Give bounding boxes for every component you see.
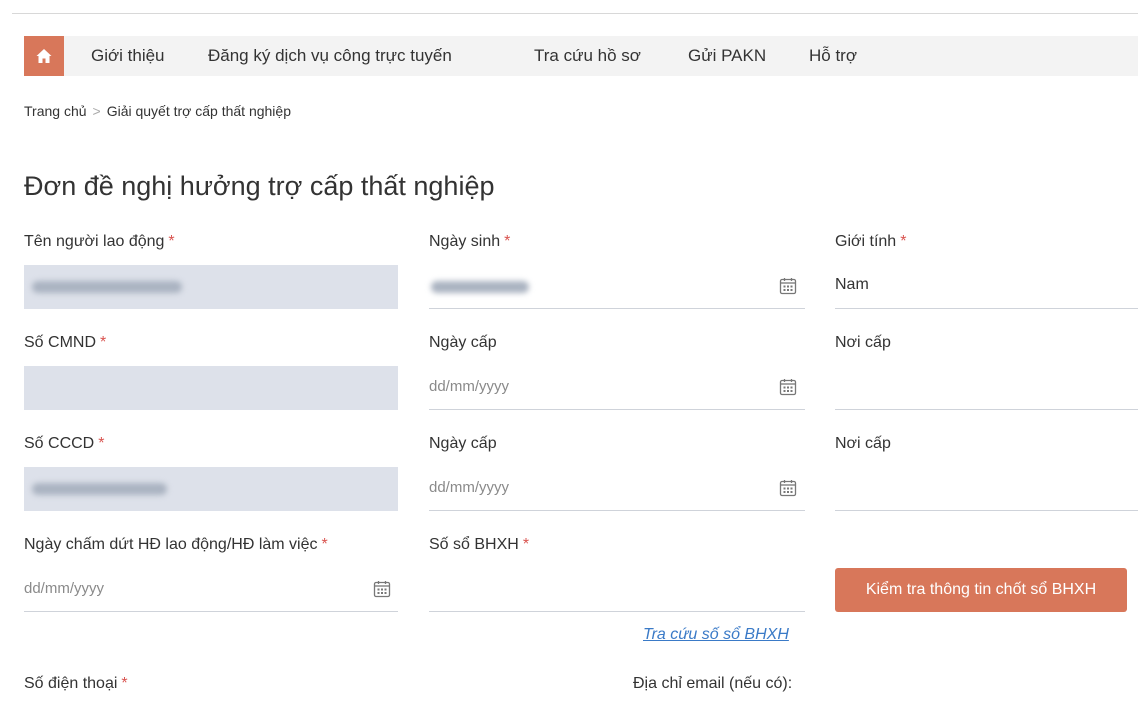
label-noi-cap-cmnd: Nơi cấp (835, 334, 891, 351)
required-mark: * (100, 334, 107, 351)
required-mark: * (504, 233, 511, 250)
ngay-cap-cccd-placeholder: dd/mm/yyyy (429, 479, 510, 496)
nav-item-gui-pakn[interactable]: Gửi PAKN (688, 46, 766, 66)
label-so-cccd: Số CCCD * (24, 435, 105, 452)
noi-cap-cmnd-field[interactable] (835, 366, 1138, 410)
nav-item-tra-cuu-ho-so[interactable]: Tra cứu hồ sơ (534, 46, 641, 66)
ngay-sinh-field[interactable] (429, 265, 805, 309)
label-ngay-sinh: Ngày sinh * (429, 233, 511, 250)
blurred-value (32, 483, 167, 495)
page-title: Đơn đề nghị hưởng trợ cấp thất nghiệp (24, 171, 495, 201)
nav-item-ho-tro[interactable]: Hỗ trợ (809, 46, 857, 66)
lookup-bhxh-link[interactable]: Tra cứu số sổ BHXH (643, 626, 789, 644)
label-so-dien-thoai: Số điện thoại * (24, 675, 128, 692)
home-button[interactable] (24, 36, 64, 76)
ten-nguoi-lao-dong-field (24, 265, 398, 309)
ngay-cham-dut-field[interactable]: dd/mm/yyyy (24, 568, 398, 612)
gioi-tinh-select[interactable]: Nam (835, 265, 1138, 309)
label-so-so-bhxh: Số sổ BHXH * (429, 536, 530, 553)
ngay-cham-dut-placeholder: dd/mm/yyyy (24, 580, 105, 597)
ngay-cap-cmnd-field[interactable]: dd/mm/yyyy (429, 366, 805, 410)
label-gioi-tinh: Giới tính * (835, 233, 907, 250)
label-ten-nguoi-lao-dong: Tên người lao động * (24, 233, 175, 250)
so-cmnd-field (24, 366, 398, 410)
calendar-icon[interactable] (373, 580, 391, 598)
required-mark: * (121, 675, 128, 692)
ngay-cap-cccd-field[interactable]: dd/mm/yyyy (429, 467, 805, 511)
label-ngay-cap-cccd: Ngày cấp (429, 435, 497, 452)
calendar-icon[interactable] (779, 277, 797, 295)
top-divider (12, 13, 1138, 14)
breadcrumb-current: Giải quyết trợ cấp thất nghiệp (106, 103, 291, 119)
main-navbar: Giới thiệu Đăng ký dịch vụ công trực tuy… (24, 36, 1138, 76)
so-cccd-field (24, 467, 398, 511)
noi-cap-cccd-field[interactable] (835, 467, 1138, 511)
check-bhxh-button[interactable]: Kiểm tra thông tin chốt sổ BHXH (835, 568, 1127, 612)
label-so-cmnd: Số CMND * (24, 334, 107, 351)
gioi-tinh-value: Nam (835, 276, 869, 293)
calendar-icon[interactable] (779, 378, 797, 396)
breadcrumb-home[interactable]: Trang chủ (24, 103, 87, 119)
required-mark: * (321, 536, 328, 553)
required-mark: * (522, 536, 530, 553)
nav-item-gioi-thieu[interactable]: Giới thiệu (91, 46, 165, 66)
required-mark: * (98, 435, 105, 452)
so-so-bhxh-field[interactable] (429, 568, 805, 612)
label-ngay-cap-cmnd: Ngày cấp (429, 334, 497, 351)
home-icon (36, 49, 52, 63)
nav-item-dang-ky-dich-vu[interactable]: Đăng ký dịch vụ công trực tuyến (208, 46, 452, 66)
breadcrumb-separator: > (92, 103, 101, 119)
blurred-value (32, 281, 182, 293)
required-mark: * (900, 233, 907, 250)
blurred-value (431, 281, 529, 293)
label-ngay-cham-dut: Ngày chấm dứt HĐ lao động/HĐ làm việc * (24, 536, 328, 553)
breadcrumb: Trang chủ > Giải quyết trợ cấp thất nghiệp (24, 103, 291, 119)
label-noi-cap-cccd: Nơi cấp (835, 435, 891, 452)
required-mark: * (168, 233, 175, 250)
ngay-cap-cmnd-placeholder: dd/mm/yyyy (429, 378, 510, 395)
calendar-icon[interactable] (779, 479, 797, 497)
label-email: Địa chỉ email (nếu có): (633, 675, 793, 692)
